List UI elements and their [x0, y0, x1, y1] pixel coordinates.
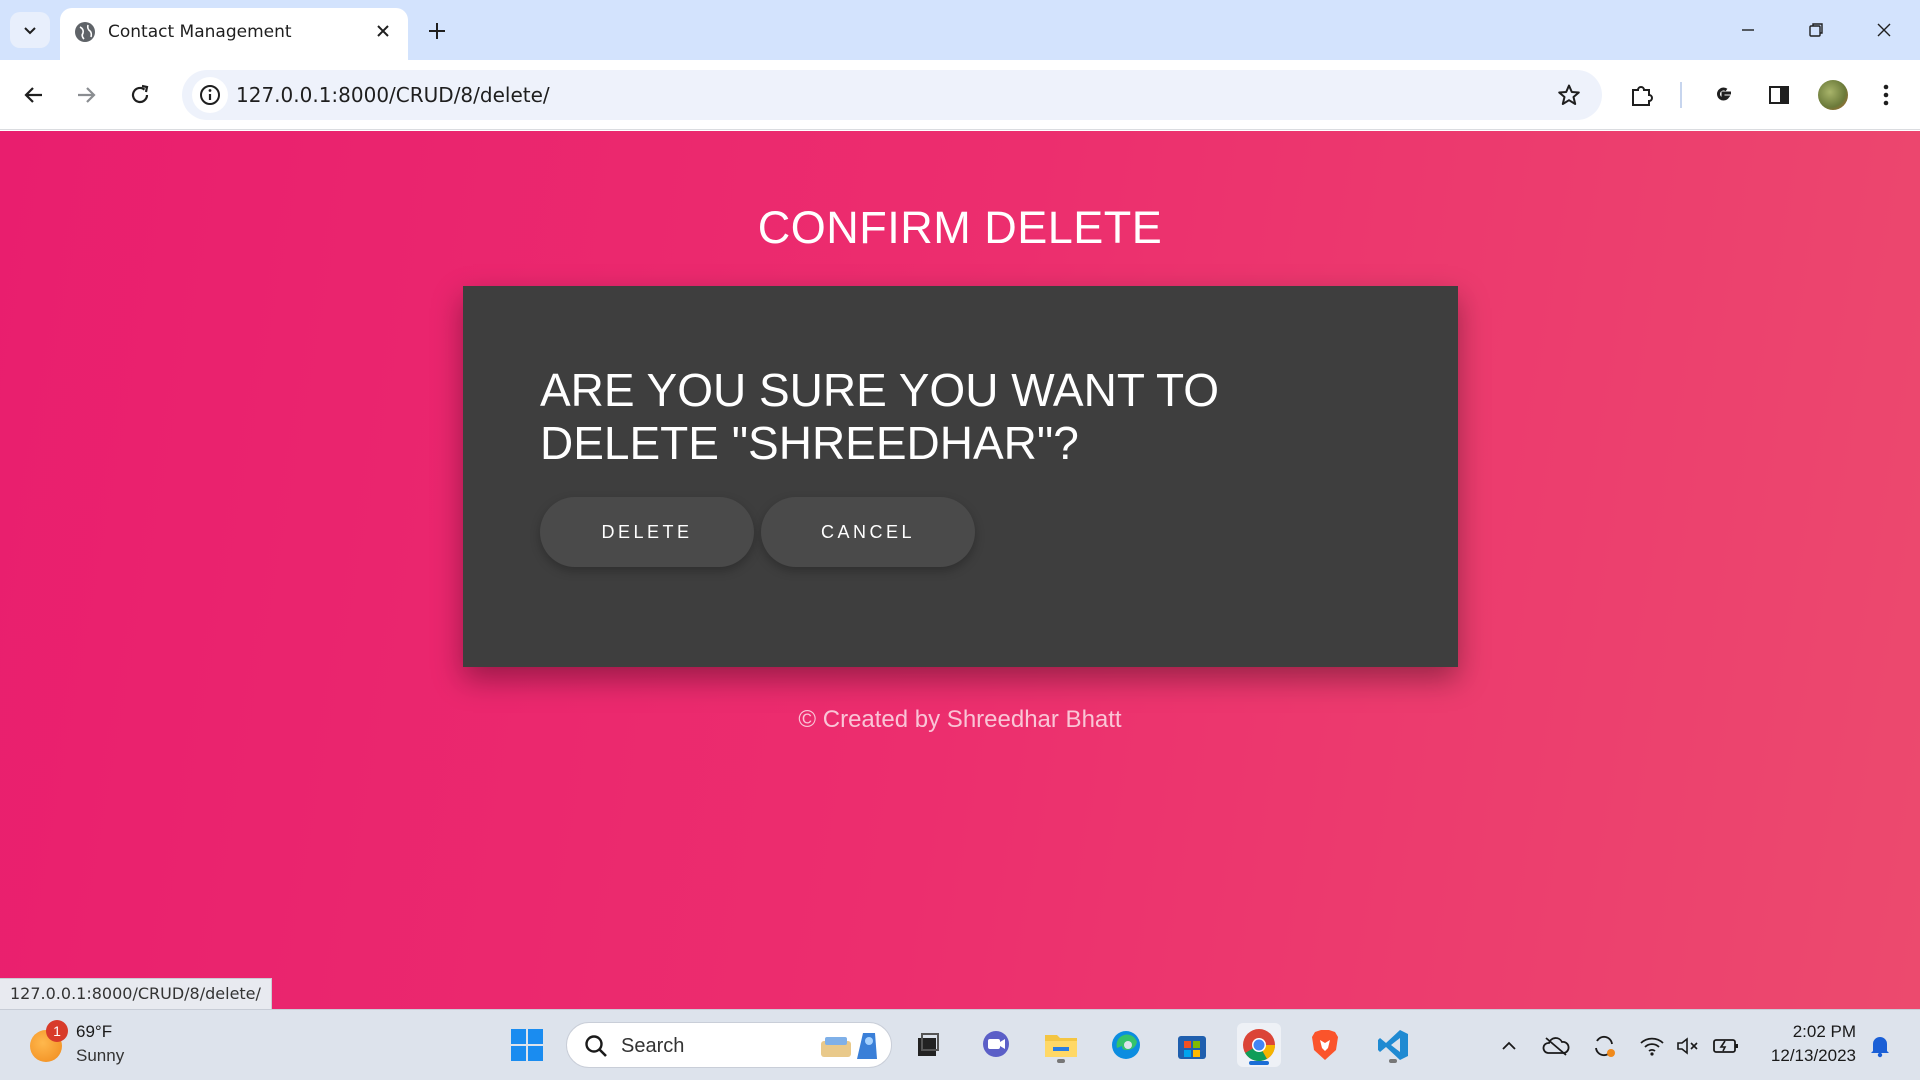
- windows-start-button[interactable]: [505, 1023, 549, 1067]
- arrow-left-icon: [24, 87, 42, 103]
- google-account-button[interactable]: [1703, 75, 1743, 115]
- tab-close-button[interactable]: [370, 18, 396, 44]
- cancel-button[interactable]: CANCEL: [761, 497, 975, 567]
- weather-notification-badge: 1: [46, 1020, 68, 1042]
- side-panel-button[interactable]: [1759, 75, 1799, 115]
- minimize-icon: [1742, 29, 1754, 31]
- close-icon: [1877, 23, 1891, 37]
- chrome-icon: [1243, 1029, 1275, 1062]
- show-hidden-icons-button[interactable]: [1495, 1032, 1523, 1060]
- edge-icon: [1112, 1031, 1140, 1059]
- restore-icon: [1809, 23, 1823, 37]
- taskbar-clock-time[interactable]: 2:02 PM: [1793, 1022, 1856, 1042]
- site-info-icon[interactable]: [192, 77, 228, 113]
- taskbar-app-file-explorer[interactable]: [1039, 1023, 1083, 1067]
- delete-button[interactable]: DELETE: [540, 497, 754, 567]
- address-bar[interactable]: 127.0.0.1:8000/CRUD/8/delete/: [182, 70, 1602, 120]
- bookmark-star-icon[interactable]: [1554, 80, 1584, 110]
- close-window-button[interactable]: [1864, 10, 1904, 50]
- confirm-delete-card: ARE YOU SURE YOU WANT TO DELETE "SHREEDH…: [463, 286, 1458, 667]
- tab-strip: Contact Management: [0, 0, 1920, 60]
- taskbar-search[interactable]: Search: [566, 1022, 892, 1068]
- globe-icon: [75, 22, 95, 42]
- taskbar-app-task-view[interactable]: [905, 1023, 949, 1067]
- confirm-question-line-2: DELETE "SHREEDHAR"?: [540, 417, 1079, 469]
- chevron-down-icon: [24, 27, 36, 35]
- wifi-icon: [1640, 1037, 1664, 1056]
- sync-icon: [1595, 1035, 1615, 1057]
- page-title: CONFIRM DELETE: [757, 202, 1163, 253]
- file-explorer-icon: [1045, 1035, 1077, 1057]
- battery-charging-icon: [1713, 1039, 1738, 1053]
- onedrive-tray-button[interactable]: [1542, 1032, 1570, 1060]
- task-view-icon: [918, 1033, 939, 1056]
- minimize-button[interactable]: [1728, 10, 1768, 50]
- link-status-bubble: 127.0.0.1:8000/CRUD/8/delete/: [0, 978, 272, 1009]
- restore-button[interactable]: [1796, 10, 1836, 50]
- windows-start-icon: [511, 1029, 543, 1061]
- puzzle-icon: [1632, 86, 1653, 106]
- new-tab-button[interactable]: [420, 14, 454, 48]
- tab-title: Contact Management: [108, 22, 292, 42]
- brave-icon: [1312, 1030, 1338, 1060]
- taskbar-app-teams[interactable]: [974, 1023, 1018, 1067]
- volume-muted-icon: [1677, 1037, 1698, 1055]
- taskbar: 1 69°F Sunny Search 2:02 PM 12/13/2023: [0, 1009, 1920, 1080]
- extensions-button[interactable]: [1622, 75, 1662, 115]
- notifications-button[interactable]: [1866, 1032, 1894, 1060]
- confirm-question: ARE YOU SURE YOU WANT TO DELETE "SHREEDH…: [540, 364, 1300, 470]
- reload-icon: [131, 84, 149, 104]
- confirm-question-line-1: ARE YOU SURE YOU WANT TO: [540, 364, 1220, 416]
- search-highlight-illustration-icon: [821, 1033, 877, 1059]
- kebab-menu-icon: [1883, 84, 1889, 106]
- teams-chat-icon: [983, 1031, 1009, 1057]
- taskbar-app-store[interactable]: [1170, 1023, 1214, 1067]
- bell-icon: [1871, 1037, 1889, 1058]
- tab-search-button[interactable]: [10, 12, 50, 48]
- browser-toolbar: 127.0.0.1:8000/CRUD/8/delete/: [0, 60, 1920, 130]
- footer-credit: © Created by Shreedhar Bhatt: [798, 706, 1122, 733]
- weather-temperature[interactable]: 69°F: [76, 1022, 112, 1042]
- taskbar-app-chrome[interactable]: [1237, 1023, 1281, 1067]
- taskbar-app-vscode[interactable]: [1371, 1023, 1415, 1067]
- battery-tray-button[interactable]: [1712, 1032, 1740, 1060]
- chevron-up-icon: [1502, 1041, 1516, 1050]
- cloud-off-icon: [1542, 1037, 1570, 1056]
- toolbar-divider: [1680, 82, 1682, 108]
- profile-avatar[interactable]: [1818, 80, 1848, 110]
- taskbar-clock-date[interactable]: 12/13/2023: [1771, 1046, 1856, 1066]
- plus-icon: [429, 23, 445, 39]
- reload-button[interactable]: [120, 75, 160, 115]
- taskbar-app-edge[interactable]: [1104, 1023, 1148, 1067]
- sync-tray-button[interactable]: [1590, 1032, 1618, 1060]
- menu-button[interactable]: [1866, 75, 1906, 115]
- microsoft-store-icon: [1178, 1036, 1206, 1059]
- running-indicator: [1389, 1059, 1397, 1063]
- page-content: CONFIRM DELETE ARE YOU SURE YOU WANT TO …: [0, 131, 1920, 1009]
- arrow-right-icon: [78, 87, 96, 103]
- google-g-icon: [1717, 87, 1731, 101]
- side-panel-icon: [1769, 86, 1789, 104]
- close-icon: [377, 25, 389, 37]
- volume-tray-button[interactable]: [1674, 1032, 1702, 1060]
- wifi-tray-button[interactable]: [1638, 1032, 1666, 1060]
- forward-button[interactable]: [66, 75, 106, 115]
- weather-condition[interactable]: Sunny: [76, 1046, 124, 1066]
- url-text[interactable]: 127.0.0.1:8000/CRUD/8/delete/: [236, 83, 550, 107]
- running-indicator: [1057, 1059, 1065, 1063]
- browser-tab[interactable]: Contact Management: [60, 8, 408, 60]
- vscode-icon: [1378, 1030, 1408, 1060]
- search-icon: [585, 1035, 607, 1057]
- search-placeholder: Search: [621, 1035, 685, 1057]
- taskbar-app-brave[interactable]: [1303, 1023, 1347, 1067]
- active-indicator: [1249, 1061, 1269, 1065]
- back-button[interactable]: [14, 75, 54, 115]
